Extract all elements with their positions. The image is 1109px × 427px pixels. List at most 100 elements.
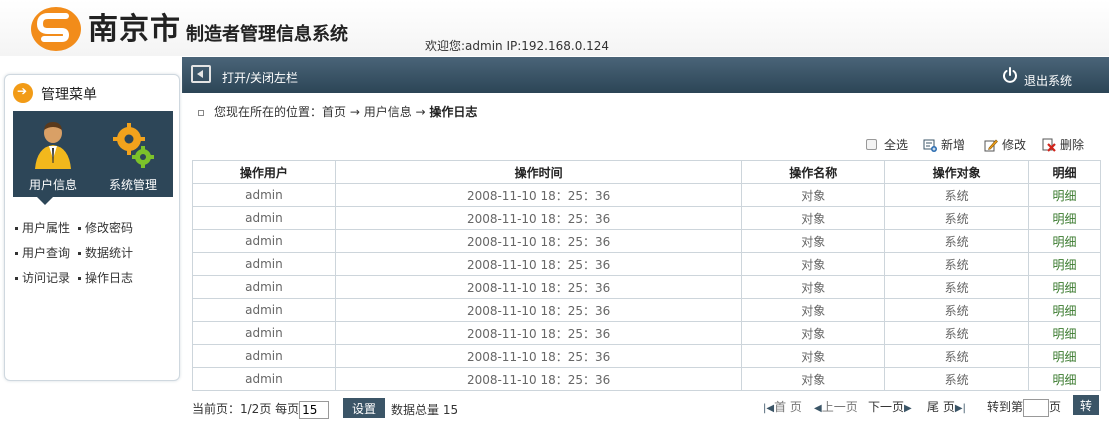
delete-icon [1042, 138, 1056, 152]
pagination: 当前页：1/2页 每页 设置 数据总量 15 |◀首 页 ◀上一页 下一页▶ 尾… [192, 395, 1101, 419]
detail-link[interactable]: 明细 [1028, 344, 1101, 368]
select-all-control[interactable]: 全选 [866, 136, 908, 153]
arrow-right-icon [13, 83, 33, 103]
table-row: admin 2008-11-10 18：25：36 对象 系统 明细 [192, 298, 1101, 322]
first-page-label: 首 页 [774, 400, 802, 414]
detail-link[interactable]: 明细 [1028, 298, 1101, 322]
cell-time: 2008-11-10 18：25：36 [334, 229, 743, 253]
detail-link[interactable]: 明细 [1028, 367, 1101, 391]
table-row: admin 2008-11-10 18：25：36 对象 系统 明细 [192, 367, 1101, 391]
sidebar-link-statistics[interactable]: 数据统计 [78, 244, 133, 261]
cell-action: 对象 [741, 229, 886, 253]
next-page-label: 下一页 [868, 400, 905, 414]
goto-prefix: 转到第 [987, 400, 1024, 414]
breadcrumb-user-info[interactable]: 用户信息 [364, 105, 412, 119]
cell-object: 系统 [884, 229, 1030, 253]
cell-object: 系统 [884, 252, 1030, 276]
breadcrumb-home[interactable]: 首页 [322, 105, 346, 119]
cell-user: admin [192, 275, 336, 299]
cell-user: admin [192, 367, 336, 391]
power-icon[interactable] [1002, 67, 1018, 83]
operation-log-table: 操作用户 操作时间 操作名称 操作对象 明细 admin 2008-11-10 1… [192, 160, 1101, 391]
column-header-object: 操作对象 [884, 160, 1030, 184]
cell-object: 系统 [884, 275, 1030, 299]
logout-link[interactable]: 退出系统 [1024, 72, 1072, 89]
cell-action: 对象 [741, 344, 886, 368]
set-page-size-button[interactable]: 设置 [343, 398, 385, 418]
cell-user: admin [192, 229, 336, 253]
current-page-label: 当前页：1/2页 每页 [192, 402, 300, 416]
next-page-link[interactable]: 下一页▶ [868, 398, 912, 415]
cell-object: 系统 [884, 206, 1030, 230]
cell-action: 对象 [741, 252, 886, 276]
detail-link[interactable]: 明细 [1028, 206, 1101, 230]
page-status: 当前页：1/2页 每页 [192, 400, 330, 419]
detail-link[interactable]: 明细 [1028, 321, 1101, 345]
cell-time: 2008-11-10 18：25：36 [334, 298, 743, 322]
goto-page: 转到第 页 [987, 398, 1061, 417]
cell-user: admin [192, 344, 336, 368]
breadcrumb-arrow: → [346, 105, 364, 119]
delete-label: 删除 [1060, 138, 1085, 152]
cell-user: admin [192, 183, 336, 207]
breadcrumb-current: 操作日志 [429, 105, 478, 119]
table-row: admin 2008-11-10 18：25：36 对象 系统 明细 [192, 321, 1101, 345]
prev-page-icon: ◀ [814, 403, 822, 414]
first-page-link[interactable]: |◀首 页 [763, 398, 802, 415]
last-page-label: 尾 页 [927, 400, 955, 414]
tile-system-admin[interactable]: 系统管理 [93, 111, 173, 197]
prev-page-link[interactable]: ◀上一页 [814, 398, 858, 415]
table-row: admin 2008-11-10 18：25：36 对象 系统 明细 [192, 183, 1101, 207]
goto-page-input[interactable] [1023, 398, 1050, 417]
cell-time: 2008-11-10 18：25：36 [334, 367, 743, 391]
total-count: 数据总量 15 [391, 403, 459, 417]
table-row: admin 2008-11-10 18：25：36 对象 系统 明细 [192, 206, 1101, 230]
detail-link[interactable]: 明细 [1028, 252, 1101, 276]
menu-tiles: 用户信息 系统管理 [13, 111, 173, 197]
delete-button[interactable]: 删除 [1042, 136, 1084, 153]
sidebar-header: 管理菜单 [5, 75, 179, 111]
cell-object: 系统 [884, 367, 1030, 391]
detail-link[interactable]: 明细 [1028, 183, 1101, 207]
sidebar-link-user-query[interactable]: 用户查询 [15, 244, 70, 261]
sidebar-link-change-password[interactable]: 修改密码 [78, 219, 133, 236]
goto-page-button[interactable]: 转 [1073, 395, 1099, 415]
cell-user: admin [192, 298, 336, 322]
breadcrumb-arrow: → [411, 105, 430, 119]
cell-action: 对象 [741, 367, 886, 391]
toggle-sidebar-icon[interactable] [191, 65, 211, 83]
toggle-sidebar-link[interactable]: 打开/关闭左栏 [222, 69, 298, 86]
system-title: 制造者管理信息系统 [186, 24, 348, 45]
table-row: admin 2008-11-10 18：25：36 对象 系统 明细 [192, 229, 1101, 253]
add-label: 新增 [941, 138, 966, 152]
prev-page-label: 上一页 [821, 400, 858, 414]
column-header-time: 操作时间 [334, 160, 743, 184]
select-all-checkbox[interactable] [866, 139, 877, 150]
select-all-label: 全选 [884, 138, 909, 152]
column-header-action: 操作名称 [741, 160, 886, 184]
breadcrumb: 您现在所在的位置：首页 → 用户信息 → 操作日志 [198, 103, 477, 120]
table-header-row: 操作用户 操作时间 操作名称 操作对象 明细 [192, 160, 1101, 184]
goto-suffix: 页 [1049, 400, 1062, 414]
cell-action: 对象 [741, 275, 886, 299]
cell-time: 2008-11-10 18：25：36 [334, 183, 743, 207]
cell-time: 2008-11-10 18：25：36 [334, 275, 743, 299]
detail-link[interactable]: 明细 [1028, 275, 1101, 299]
gears-icon [113, 123, 154, 168]
logo-icon [31, 7, 81, 51]
tile-user-info[interactable]: 用户信息 [13, 111, 93, 197]
table-row: admin 2008-11-10 18：25：36 对象 系统 明细 [192, 252, 1101, 276]
last-page-link[interactable]: 尾 页▶| [927, 398, 966, 415]
edit-button[interactable]: 修改 [984, 136, 1026, 153]
detail-link[interactable]: 明细 [1028, 229, 1101, 253]
table-body: admin 2008-11-10 18：25：36 对象 系统 明细 admin 2008-… [192, 183, 1101, 391]
cell-time: 2008-11-10 18：25：36 [334, 252, 743, 276]
sidebar-title: 管理菜单 [41, 87, 97, 103]
edit-icon [984, 139, 998, 152]
sidebar-link-operation-log[interactable]: 操作日志 [78, 269, 133, 286]
cell-user: admin [192, 321, 336, 345]
page-size-input[interactable] [299, 400, 330, 419]
sidebar-link-access-log[interactable]: 访问记录 [15, 269, 70, 286]
sidebar-link-user-attributes[interactable]: 用户属性 [15, 219, 70, 236]
add-button[interactable]: 新增 [923, 136, 965, 153]
